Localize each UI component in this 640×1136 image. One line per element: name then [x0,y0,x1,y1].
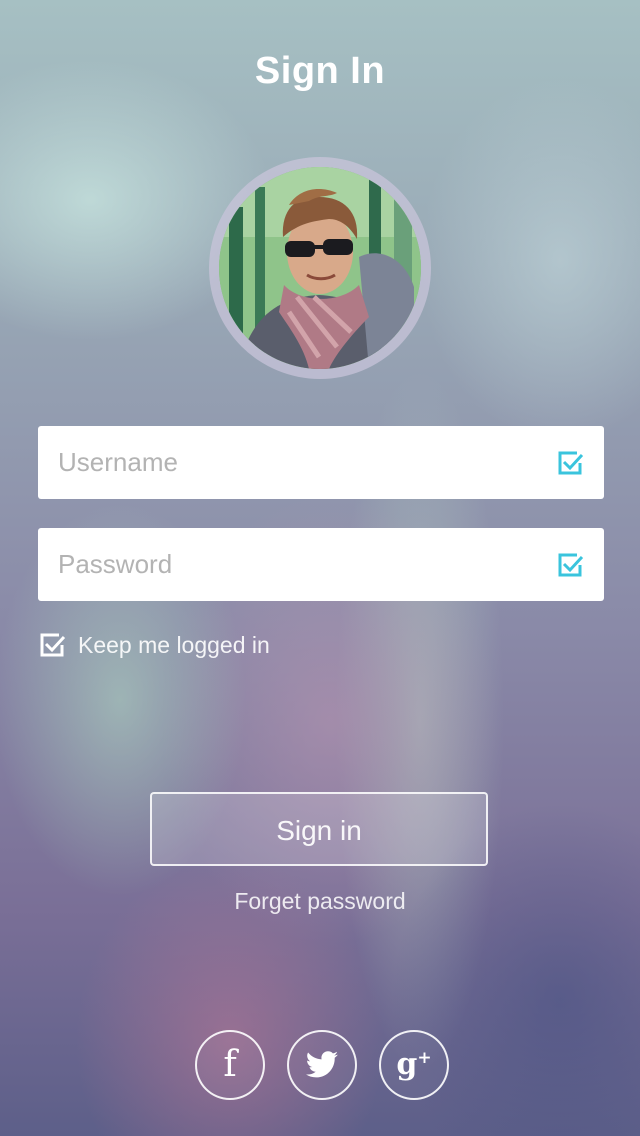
page-title: Sign In [254,50,386,92]
sign-in-button[interactable]: Sign in [150,792,488,866]
avatar-photo [219,167,421,369]
keep-logged-in-option[interactable]: Keep me logged in [38,630,270,660]
google-plus-icon: g+ [396,1047,432,1082]
username-check-icon [558,451,584,475]
forget-password-link[interactable]: Forget password [0,888,640,915]
facebook-button[interactable]: f [195,1030,265,1100]
password-check-icon [558,553,584,577]
avatar [219,167,421,369]
password-field[interactable] [38,528,604,601]
username-input[interactable] [58,426,538,499]
keep-logged-in-label: Keep me logged in [78,631,270,658]
facebook-icon: f [223,1044,237,1085]
google-plus-button[interactable]: g+ [379,1030,449,1100]
password-input[interactable] [58,528,538,601]
avatar-frame [209,157,431,379]
twitter-button[interactable] [287,1030,357,1100]
twitter-icon [305,1051,338,1078]
keep-logged-in-checkbox-icon[interactable] [38,631,66,659]
username-field[interactable] [38,426,604,499]
